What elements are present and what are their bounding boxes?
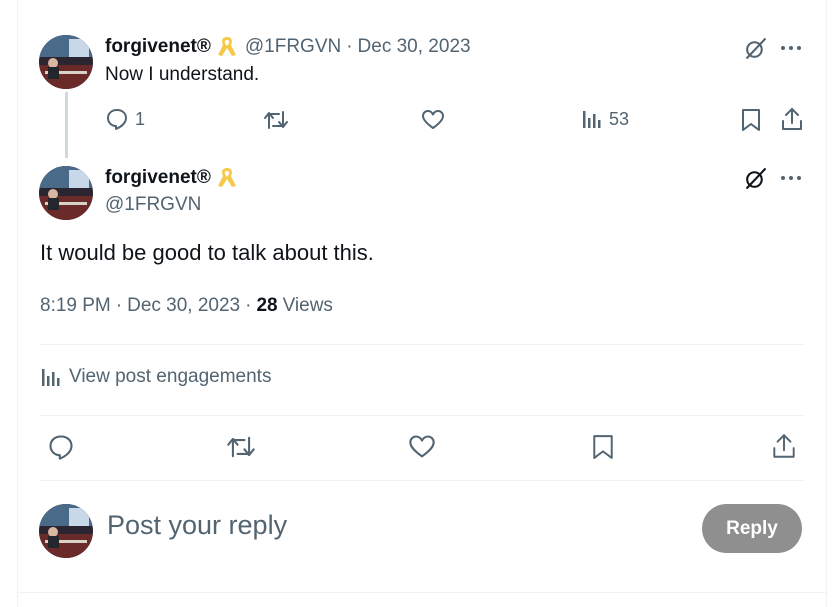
timeline-border-left [17, 0, 18, 607]
post-text: Now I understand. [105, 64, 260, 85]
like-icon[interactable] [421, 108, 445, 132]
ribbon-icon [216, 35, 238, 59]
more-icon[interactable] [780, 167, 802, 189]
views-count: 28 [256, 295, 278, 316]
post-text: It would be good to talk about this. [40, 240, 374, 265]
bookmark-icon[interactable] [591, 432, 615, 462]
share-icon[interactable] [780, 106, 804, 132]
more-icon[interactable] [780, 37, 802, 59]
post-time[interactable]: 8:19 PM [40, 295, 111, 317]
post-header: forgivenet® @1FRGVN · Dec 30, 2023 [105, 35, 471, 59]
post-date[interactable]: Dec 30, 2023 [358, 36, 471, 58]
grok-icon[interactable] [743, 166, 768, 191]
avatar[interactable] [39, 166, 93, 220]
avatar[interactable] [39, 504, 93, 558]
view-engagements-link[interactable]: View post engagements [40, 366, 271, 388]
engagements-label: View post engagements [69, 366, 272, 387]
handle[interactable]: @1FRGVN [105, 194, 201, 216]
views-icon [581, 108, 603, 130]
reply-icon[interactable] [47, 433, 75, 461]
bookmark-icon[interactable] [740, 107, 762, 133]
timeline-border-bottom [17, 592, 827, 593]
repost-icon[interactable] [226, 433, 256, 461]
thread-connector-line [65, 92, 68, 158]
avatar[interactable] [39, 35, 93, 89]
display-name[interactable]: forgivenet® [105, 167, 211, 189]
reply-button[interactable]: Reply [702, 504, 802, 553]
handle[interactable]: @1FRGVN [245, 36, 341, 58]
like-icon[interactable] [408, 433, 436, 461]
post-date[interactable]: Dec 30, 2023 [127, 295, 240, 317]
divider [40, 415, 804, 416]
engagements-icon [40, 366, 62, 388]
separator-dot: · [115, 295, 123, 316]
post-metadata: 8:19 PM · Dec 30, 2023 · 28 Views [40, 295, 333, 317]
divider [40, 344, 804, 345]
post-header: forgivenet® [105, 166, 238, 190]
divider [40, 480, 804, 481]
display-name[interactable]: forgivenet® [105, 36, 211, 58]
reply-icon [105, 107, 129, 131]
separator-dot: · [245, 295, 252, 316]
reply-button[interactable]: 1 [105, 107, 145, 131]
reply-count: 1 [135, 108, 146, 129]
repost-icon[interactable] [263, 108, 289, 132]
grok-icon[interactable] [743, 36, 768, 61]
reply-input[interactable]: Post your reply [107, 510, 287, 541]
share-icon[interactable] [771, 432, 797, 460]
timeline-border-right [826, 0, 827, 607]
view-count: 53 [609, 108, 630, 129]
ribbon-icon [216, 166, 238, 190]
views-label: Views [282, 295, 333, 316]
separator-dot: · [346, 36, 353, 57]
views-button[interactable]: 53 [581, 108, 629, 130]
